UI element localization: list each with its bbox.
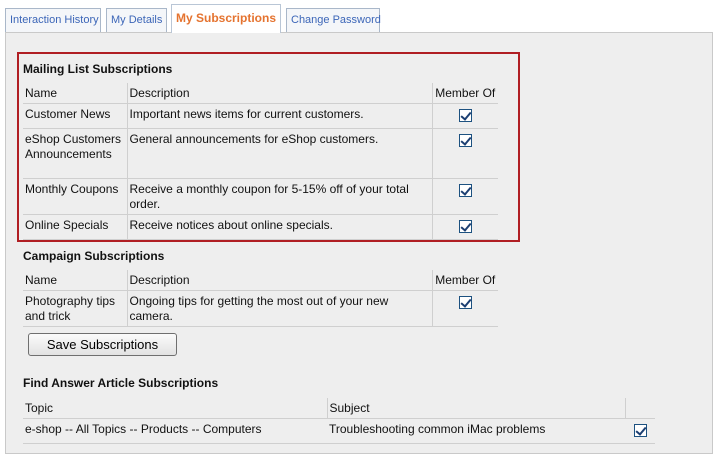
tab-my-subscriptions[interactable]: My Subscriptions (171, 4, 281, 33)
campaign-subscriptions-title: Campaign Subscriptions (23, 249, 165, 263)
answer-topic: e-shop -- All Topics -- Products -- Comp… (23, 418, 327, 444)
table-row: Photography tips and trick Ongoing tips … (23, 290, 498, 327)
tab-my-details[interactable]: My Details (106, 8, 167, 32)
member-cell (432, 103, 498, 129)
campaign-header: Name Description Member Of (23, 270, 498, 291)
tab-change-password[interactable]: Change Password (286, 8, 381, 32)
answer-header: Topic Subject (23, 398, 655, 419)
subscription-description: Receive a monthly coupon for 5-15% off o… (127, 178, 433, 215)
column-header-topic: Topic (23, 398, 328, 419)
mailing-list-title: Mailing List Subscriptions (23, 62, 173, 76)
subscription-name: Monthly Coupons (23, 178, 128, 215)
table-row: eShop Customers Announcements General an… (23, 128, 498, 179)
table-row: e-shop -- All Topics -- Products -- Comp… (23, 418, 655, 444)
column-header-subject: Subject (327, 398, 626, 419)
subscription-description: Receive notices about online specials. (127, 214, 433, 240)
subscription-name: Online Specials (23, 214, 128, 240)
answer-subject: Troubleshooting common iMac problems (327, 418, 625, 444)
column-header-member-of: Member Of (435, 273, 496, 287)
campaign-name: Photography tips and trick (23, 290, 128, 327)
member-cell (432, 128, 498, 179)
column-header-description: Description (127, 270, 433, 291)
subscription-name: eShop Customers Announcements (23, 128, 128, 179)
imac-problems-checkbox[interactable] (633, 424, 647, 437)
member-cell (432, 214, 498, 240)
answer-subscriptions-table: Topic Subject e-shop -- All Topics -- Pr… (23, 398, 655, 444)
photography-tips-checkbox[interactable] (458, 296, 472, 309)
column-header-name: Name (23, 83, 128, 104)
column-header-description: Description (127, 83, 433, 104)
table-row: Online Specials Receive notices about on… (23, 214, 498, 240)
tab-interaction-history[interactable]: Interaction History (5, 8, 101, 32)
mailing-list-table: Name Description Member Of Customer News… (23, 83, 498, 240)
column-header-blank (625, 398, 655, 419)
online-specials-checkbox[interactable] (458, 220, 472, 233)
table-row: Monthly Coupons Receive a monthly coupon… (23, 178, 498, 215)
campaign-description: Ongoing tips for getting the most out of… (127, 290, 433, 327)
eshop-announcements-checkbox[interactable] (458, 134, 472, 147)
save-subscriptions-button[interactable]: Save Subscriptions (28, 333, 177, 356)
member-cell (432, 290, 498, 327)
customer-news-checkbox[interactable] (458, 109, 472, 122)
member-cell (432, 178, 498, 215)
mailing-list-header: Name Description Member Of (23, 83, 498, 104)
campaign-table: Name Description Member Of Photography t… (23, 270, 498, 327)
subscriptions-panel: Mailing List Subscriptions Name Descript… (5, 32, 713, 454)
subscription-description: General announcements for eShop customer… (127, 128, 433, 179)
answer-subscriptions-title: Find Answer Article Subscriptions (23, 376, 219, 390)
column-header-member-of: Member Of (435, 86, 496, 100)
column-header-name: Name (23, 270, 128, 291)
table-row: Customer News Important news items for c… (23, 103, 498, 129)
subscription-description: Important news items for current custome… (127, 103, 433, 129)
member-cell (625, 418, 655, 444)
monthly-coupons-checkbox[interactable] (458, 184, 472, 197)
subscription-name: Customer News (23, 103, 128, 129)
